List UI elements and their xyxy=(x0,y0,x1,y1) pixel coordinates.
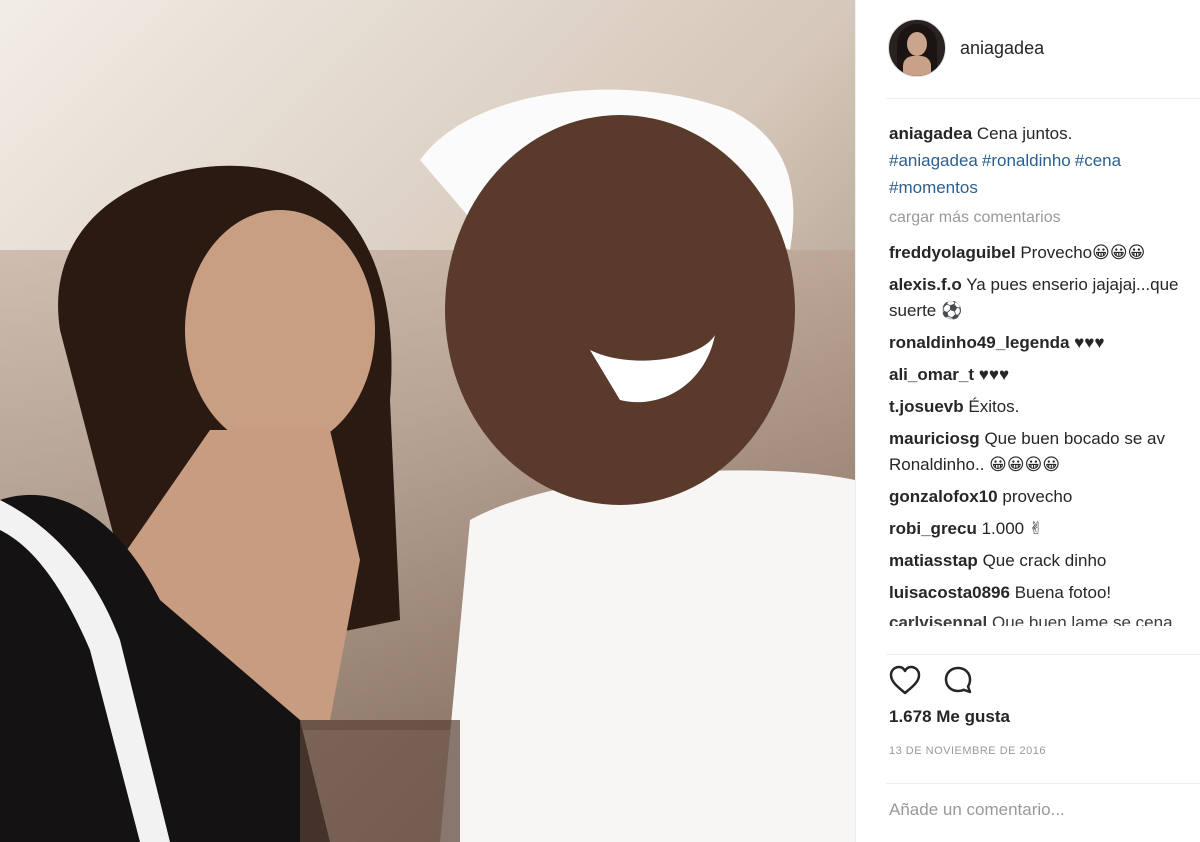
hashtag-link[interactable]: #momentos xyxy=(889,178,978,197)
comment-username[interactable]: t.josuevb xyxy=(889,397,964,416)
comment-item: robi_grecu 1.000 ✌ xyxy=(889,516,1200,542)
post-actions xyxy=(888,664,974,696)
post-photo[interactable] xyxy=(0,0,855,842)
comment-text: 1.000 ✌ xyxy=(981,519,1044,538)
add-comment-input[interactable] xyxy=(889,800,1179,820)
comment-text: Buena fotoo! xyxy=(1014,583,1112,602)
likes-count[interactable]: 1.678 Me gusta xyxy=(889,707,1010,727)
caption-text: Cena juntos. xyxy=(976,124,1073,143)
load-more-comments-link[interactable]: cargar más comentarios xyxy=(889,209,1061,227)
avatar[interactable] xyxy=(888,19,946,77)
comment-item: t.josuevb Éxitos. xyxy=(889,394,1200,420)
comment-item: freddyolaguibel Provecho😀😀😀 xyxy=(889,240,1200,266)
comment-username[interactable]: mauriciosg xyxy=(889,429,980,448)
comment-username[interactable]: carlvisenpal xyxy=(889,613,987,626)
post-caption: aniagadea Cena juntos. #aniagadea #ronald… xyxy=(889,120,1194,201)
comment-item: ali_omar_t ♥♥♥ xyxy=(889,362,1200,388)
comment-username[interactable]: freddyolaguibel xyxy=(889,243,1016,262)
comment-item: matiasstap Que crack dinho xyxy=(889,548,1200,574)
comment-username[interactable]: ronaldinho49_legenda xyxy=(889,333,1069,352)
comment-item: alexis.f.o Ya pues enserio jajajaj...que… xyxy=(889,272,1200,324)
comment-username[interactable]: ali_omar_t xyxy=(889,365,974,384)
comment-text: ♥♥♥ xyxy=(978,365,1010,384)
heart-icon[interactable] xyxy=(888,664,922,696)
comment-item: carlvisenpal Que buen lame se cena xyxy=(889,612,1200,626)
post-header: aniagadea xyxy=(888,18,1044,78)
header-divider xyxy=(886,98,1200,99)
comment-username[interactable]: gonzalofox10 xyxy=(889,487,998,506)
actions-divider xyxy=(886,654,1200,655)
comment-bubble-icon[interactable] xyxy=(942,664,974,696)
comment-username[interactable]: robi_grecu xyxy=(889,519,977,538)
comment-text: Que buen lame se cena xyxy=(992,613,1173,626)
comment-text: Provecho😀😀😀 xyxy=(1020,243,1146,262)
selfie-illustration xyxy=(0,0,855,842)
comments-list: freddyolaguibel Provecho😀😀😀 alexis.f.o Y… xyxy=(889,240,1200,632)
comment-input-divider xyxy=(886,783,1200,784)
header-username[interactable]: aniagadea xyxy=(960,38,1044,59)
hashtag-link[interactable]: #aniagadea xyxy=(889,151,978,170)
comment-item: mauriciosg Que buen bocado se av Ronaldi… xyxy=(889,426,1200,478)
post-date: 13 DE NOVIEMBRE DE 2016 xyxy=(889,745,1047,757)
comment-text: Que crack dinho xyxy=(982,551,1107,570)
comment-item: ronaldinho49_legenda ♥♥♥ xyxy=(889,330,1200,356)
comment-text: ♥♥♥ xyxy=(1074,333,1105,352)
caption-username[interactable]: aniagadea xyxy=(889,124,972,143)
comment-username[interactable]: alexis.f.o xyxy=(889,275,962,294)
hashtag-link[interactable]: #ronaldinho xyxy=(982,151,1071,170)
post-sidebar: aniagadea aniagadea Cena juntos. #aniaga… xyxy=(855,0,1200,842)
comment-item: luisacosta0896 Buena fotoo! xyxy=(889,580,1200,606)
comment-item: gonzalofox10 provecho xyxy=(889,484,1200,510)
comment-text: provecho xyxy=(1002,487,1073,506)
comment-username[interactable]: matiasstap xyxy=(889,551,978,570)
hashtag-link[interactable]: #cena xyxy=(1075,151,1121,170)
comment-text: Éxitos. xyxy=(968,397,1020,416)
comment-username[interactable]: luisacosta0896 xyxy=(889,583,1010,602)
